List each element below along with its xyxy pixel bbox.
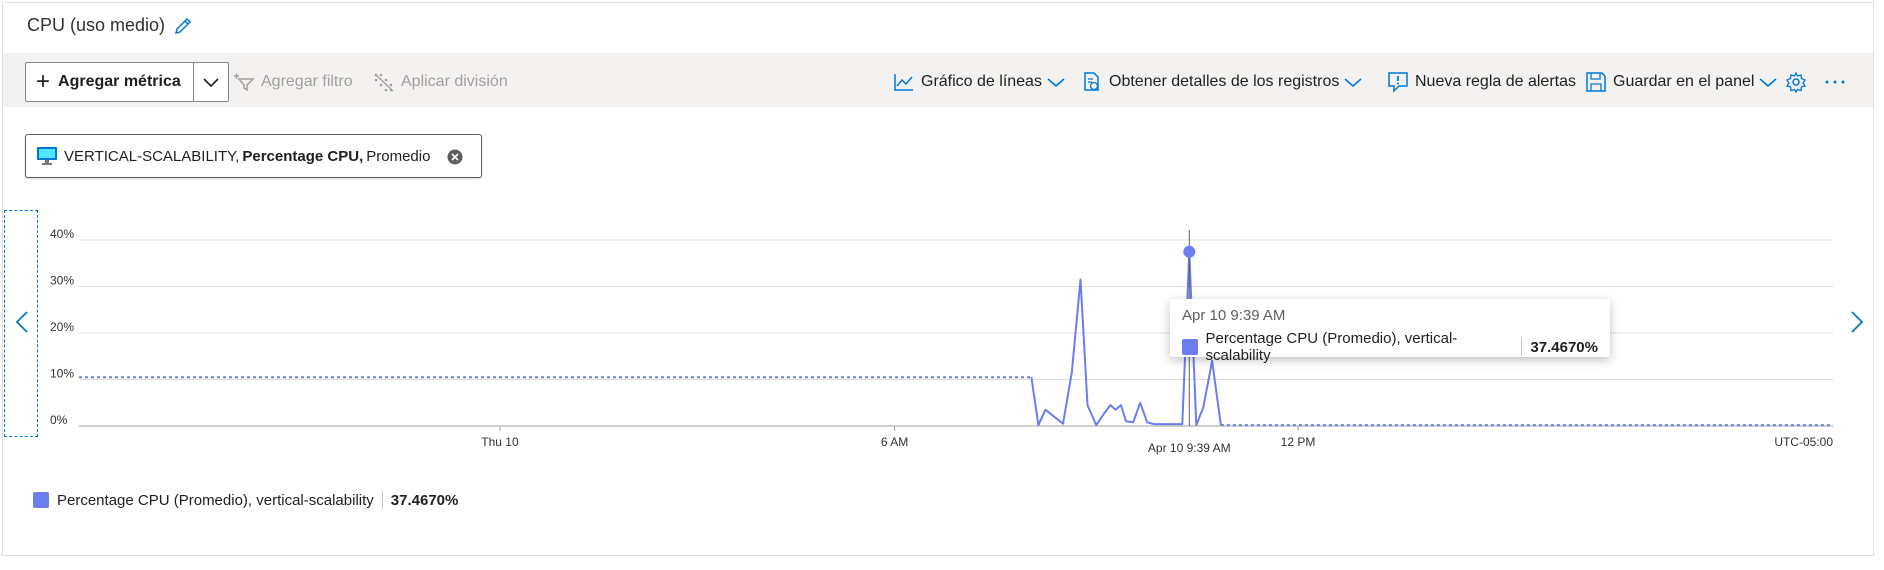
line-chart-dropdown[interactable]: Gráfico de líneas [893, 62, 1066, 102]
add-metric-label: Agregar métrica [58, 73, 181, 90]
more-options-ellipsis-icon[interactable] [1823, 62, 1853, 102]
apply-split-button[interactable]: Aplicar división [373, 62, 508, 102]
new-alert-rule-label: Nueva regla de alertas [1415, 73, 1576, 90]
tooltip-row: Percentage CPU (Promedio), vertical-scal… [1182, 330, 1598, 364]
chevron-down-icon [1047, 78, 1065, 88]
metric-pill[interactable]: VERTICAL-SCALABILITY, Percentage CPU, Pr… [25, 134, 482, 178]
split-icon [374, 73, 394, 92]
filter-icon [234, 73, 255, 92]
x-tick-label: Thu 10 [481, 435, 519, 449]
add-metric-button[interactable]: + Agregar métrica [26, 63, 193, 101]
legend-series-name: Percentage CPU (Promedio), vertical-scal… [57, 491, 374, 509]
edit-title-pencil-icon[interactable] [173, 16, 193, 36]
plus-icon: + [36, 68, 51, 95]
metric-pill-aggregation: Promedio [366, 147, 431, 165]
save-icon [1586, 72, 1606, 92]
legend-series-swatch [33, 492, 49, 508]
y-tick-label: 40% [50, 227, 74, 241]
logs-document-icon [1084, 72, 1099, 91]
chart-title-row: CPU (uso medio) [27, 15, 193, 36]
tooltip-series-swatch [1182, 339, 1198, 355]
line-chart-icon [894, 74, 913, 91]
y-tick-label: 30% [50, 274, 74, 288]
chart-tooltip: Apr 10 9:39 AM Percentage CPU (Promedio)… [1170, 299, 1610, 364]
toolbar: + Agregar métrica Agregar filtro Aplicar… [3, 53, 1873, 107]
metric-pill-metric: Percentage CPU, [242, 147, 364, 165]
save-to-dashboard-dropdown[interactable]: Guardar en el panel [1585, 62, 1778, 102]
add-metric-dropdown-chevron-icon[interactable] [192, 63, 228, 101]
chevron-down-icon [1759, 78, 1777, 88]
chart-card: CPU (uso medio) + Agregar métrica Agrega… [2, 2, 1874, 556]
alert-icon [1388, 72, 1408, 93]
apply-split-label: Aplicar división [401, 73, 508, 90]
add-metric-split-button[interactable]: + Agregar métrica [25, 62, 229, 102]
x-tick-label: 12 PM [1281, 435, 1316, 449]
legend-separator [381, 491, 383, 509]
timezone-label: UTC-05:00 [1774, 435, 1833, 449]
tooltip-series-name: Percentage CPU (Promedio), vertical-scal… [1205, 330, 1458, 364]
y-tick-label: 0% [50, 413, 68, 427]
add-filter-button[interactable]: Agregar filtro [233, 62, 353, 102]
logs-dropdown[interactable]: Obtener detalles de los registros [1081, 62, 1363, 102]
tooltip-separator [1521, 338, 1523, 356]
chart-title: CPU (uso medio) [27, 15, 166, 35]
hover-point [1183, 245, 1196, 258]
x-hover-label: Apr 10 9:39 AM [1148, 441, 1231, 455]
save-to-dashboard-label: Guardar en el panel [1613, 73, 1755, 90]
metric-pill-resource: VERTICAL-SCALABILITY, [64, 147, 240, 165]
tooltip-time: Apr 10 9:39 AM [1182, 307, 1286, 324]
chevron-down-icon [1344, 78, 1362, 88]
logs-label: Obtener detalles de los registros [1109, 73, 1340, 90]
remove-metric-close-icon[interactable] [447, 149, 463, 169]
y-tick-label: 20% [50, 320, 74, 334]
line-chart-label: Gráfico de líneas [921, 73, 1042, 90]
x-tick-label: 6 AM [881, 435, 908, 449]
chart-legend[interactable]: Percentage CPU (Promedio), vertical-scal… [33, 491, 458, 509]
virtual-machine-icon [36, 146, 58, 166]
new-alert-rule-button[interactable]: Nueva regla de alertas [1387, 62, 1576, 102]
legend-value: 37.4670% [390, 491, 459, 509]
add-filter-label: Agregar filtro [261, 73, 353, 90]
y-tick-label: 10% [50, 367, 74, 381]
settings-gear-icon[interactable] [1785, 62, 1813, 102]
tooltip-value: 37.4670% [1530, 338, 1598, 356]
